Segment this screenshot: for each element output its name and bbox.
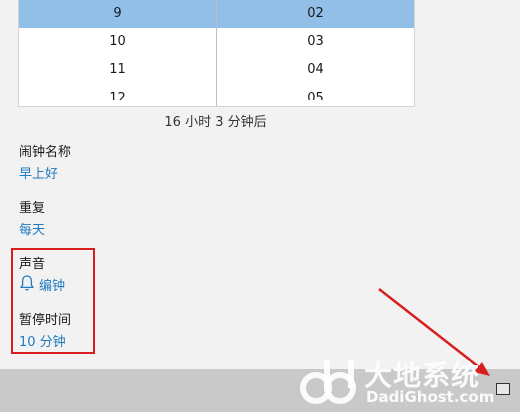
watermark: 大地系统 DadiGhost.com [296,352,520,412]
annotation-arrow [378,288,490,376]
watermark-en: DadiGhost.com [366,388,495,406]
watermark-logo-icon [300,360,356,404]
save-icon[interactable] [496,383,510,395]
